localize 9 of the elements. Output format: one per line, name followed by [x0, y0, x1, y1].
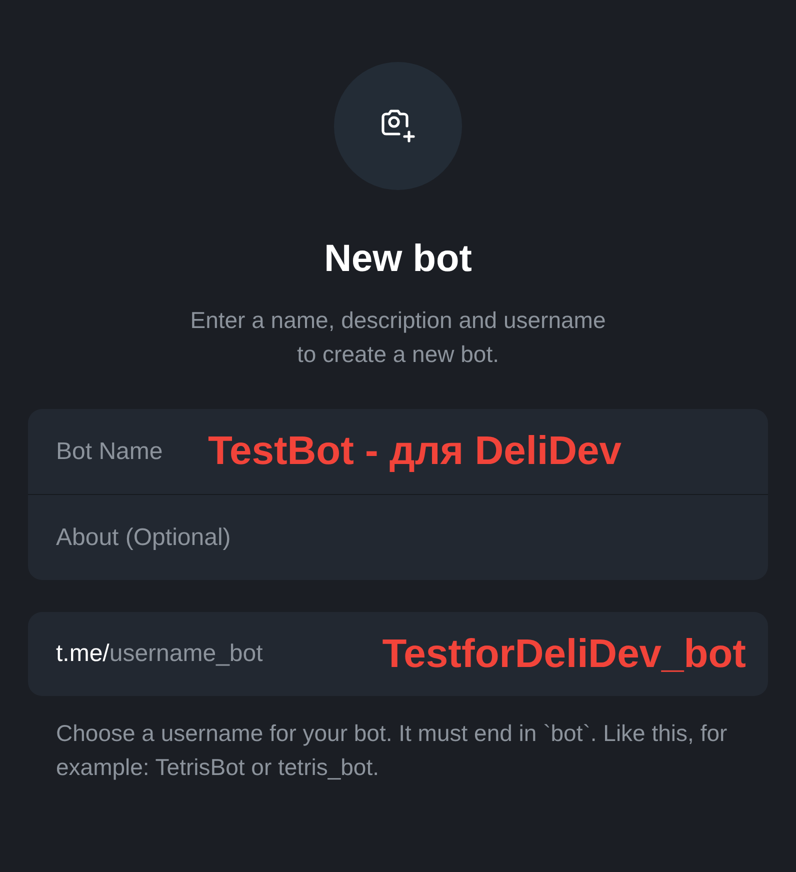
dialog-subtitle: Enter a name, description and username to create a new bot. [189, 306, 607, 369]
hint-text: Choose a username for your bot. It must end in `bot`. Like this, for example: TetrisBot or tetris_bot. [55, 719, 728, 782]
text-field[interactable]: About (Optional) [56, 524, 740, 552]
username-field[interactable]: username_bot [109, 640, 290, 668]
dialog-title: New bot [324, 238, 472, 281]
annotation-text: TestBot - для DeliDev [208, 429, 622, 474]
link-prefix: t.me/ [56, 640, 110, 668]
annotation-text: TestforDeliDev_bot [382, 632, 746, 676]
text-field[interactable]: Bot Name [56, 438, 196, 466]
